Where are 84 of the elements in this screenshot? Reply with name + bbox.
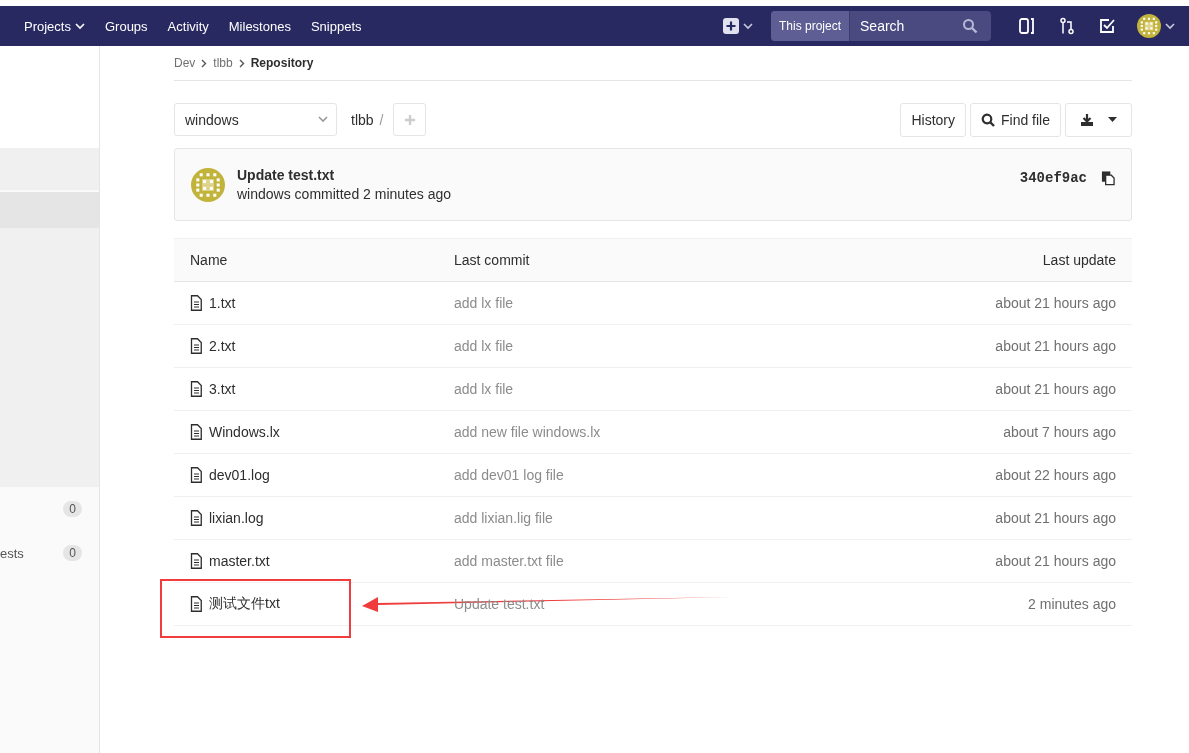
- avatar: [1137, 14, 1161, 38]
- updated-time: about 21 hours ago: [995, 553, 1116, 569]
- updated-time: about 7 hours ago: [1003, 424, 1116, 440]
- commit-title[interactable]: Update test.txt: [237, 167, 451, 183]
- chevron-down-icon: [1165, 22, 1175, 30]
- updated-time: about 21 hours ago: [995, 510, 1116, 526]
- breadcrumb-link[interactable]: Repository: [250, 56, 314, 70]
- copy-icon: [1101, 169, 1115, 186]
- merge-request-icon: [1058, 17, 1076, 35]
- nav-link[interactable]: Groups: [104, 18, 148, 34]
- path-link[interactable]: tlbb: [351, 111, 374, 128]
- updated-time: about 21 hours ago: [995, 295, 1116, 311]
- new-menu-button[interactable]: [723, 18, 753, 34]
- file-link[interactable]: lixian.log: [209, 510, 264, 526]
- search-icon: [980, 112, 995, 127]
- panel-icon: [1018, 17, 1036, 35]
- chevron-right-icon: [238, 58, 245, 68]
- commit-message-link[interactable]: add lx file: [454, 338, 514, 354]
- file-link[interactable]: 2.txt: [209, 338, 236, 354]
- table-row[interactable]: dev01.log add dev01 log file about 22 hours ago: [174, 454, 1132, 497]
- branch-dropdown[interactable]: windows: [174, 103, 337, 136]
- path-separator: /: [379, 111, 384, 128]
- avatar: [191, 167, 225, 202]
- count-badge: 0: [63, 545, 82, 561]
- search-field[interactable]: This project Search: [771, 11, 991, 41]
- download-button[interactable]: [1065, 102, 1132, 137]
- nav-link[interactable]: Snippets: [310, 18, 362, 34]
- checkbox-icon: [1098, 17, 1116, 35]
- chevron-down-icon: [74, 22, 85, 30]
- file-link[interactable]: 1.txt: [209, 295, 236, 311]
- search-scope[interactable]: This project: [771, 11, 851, 41]
- column-header: Name: [190, 252, 229, 268]
- commit-author[interactable]: windows: [237, 186, 291, 202]
- count-badge: 0: [63, 501, 82, 517]
- user-menu-button[interactable]: [1137, 14, 1175, 38]
- nav-link[interactable]: Milestones: [228, 18, 291, 34]
- nav-link[interactable]: Projects: [24, 18, 85, 34]
- plus-icon: [403, 113, 416, 126]
- file-link[interactable]: master.txt: [209, 553, 270, 569]
- file-link[interactable]: 3.txt: [209, 381, 236, 397]
- updated-time: about 21 hours ago: [995, 381, 1116, 397]
- sidebar-item[interactable]: ests: [0, 545, 24, 561]
- commit-message-link[interactable]: add dev01 log file: [454, 467, 564, 483]
- commit-message-link[interactable]: add master.txt file: [454, 553, 564, 569]
- find-file-button[interactable]: Find file: [969, 102, 1061, 137]
- commit-time: committed 2 minutes ago: [294, 186, 451, 202]
- file-link[interactable]: 测试文件txt: [209, 595, 280, 613]
- caret-icon: [1108, 117, 1117, 122]
- table-row[interactable]: 1.txt add lx file about 21 hours ago: [174, 282, 1132, 325]
- file-icon: [190, 467, 203, 483]
- file-icon: [190, 424, 203, 440]
- table-row[interactable]: Windows.lx add new file windows.lx about 7 hours ago: [174, 411, 1132, 454]
- commit-sha: 340ef9ac: [1019, 169, 1087, 186]
- commit-message-link[interactable]: add new file windows.lx: [454, 424, 601, 440]
- file-icon: [190, 510, 203, 526]
- commit-message-link[interactable]: add lx file: [454, 295, 514, 311]
- download-icon: [1080, 112, 1094, 127]
- breadcrumb-link[interactable]: tlbb: [213, 56, 233, 70]
- column-header: Last commit: [454, 252, 531, 268]
- history-button[interactable]: History: [900, 102, 966, 137]
- table-row[interactable]: master.txt add master.txt file about 21 hours ago: [174, 540, 1132, 583]
- branch-name: windows: [185, 111, 239, 128]
- file-icon: [190, 338, 203, 354]
- updated-time: 2 minutes ago: [1028, 596, 1116, 612]
- file-icon: [190, 553, 203, 569]
- updated-time: about 22 hours ago: [995, 467, 1116, 483]
- chevron-down-icon: [743, 22, 753, 30]
- updated-time: about 21 hours ago: [995, 338, 1116, 354]
- file-icon: [190, 295, 203, 311]
- file-link[interactable]: dev01.log: [209, 467, 270, 483]
- nav-link[interactable]: Activity: [167, 18, 209, 34]
- commit-message-link[interactable]: add lx file: [454, 381, 514, 397]
- column-header: Last update: [1042, 252, 1116, 268]
- search-icon: [962, 18, 979, 34]
- chevron-down-icon: [318, 116, 328, 123]
- chevron-right-icon: [201, 58, 208, 68]
- table-row[interactable]: 2.txt add lx file about 21 hours ago: [174, 325, 1132, 368]
- file-icon: [190, 381, 203, 397]
- table-row[interactable]: 3.txt add lx file about 21 hours ago: [174, 368, 1132, 411]
- file-icon: [190, 596, 203, 612]
- plus-icon: [723, 18, 739, 34]
- file-link[interactable]: Windows.lx: [209, 424, 280, 440]
- breadcrumb-link[interactable]: Dev: [174, 56, 196, 70]
- table-row[interactable]: lixian.log add lixian.lig file about 21 hours ago: [174, 497, 1132, 540]
